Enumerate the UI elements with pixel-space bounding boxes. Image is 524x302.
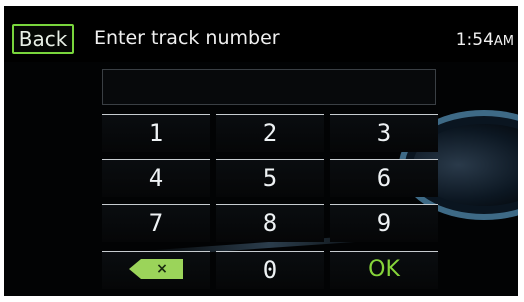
ok-button[interactable]: OK (330, 251, 438, 289)
header-bar: Back Enter track number 1:54AM (4, 6, 518, 62)
key-4[interactable]: 4 (102, 159, 210, 197)
backspace-button[interactable]: × (102, 251, 210, 289)
key-2[interactable]: 2 (216, 114, 324, 152)
back-button[interactable]: Back (12, 24, 74, 54)
clock-time: 1:54 (455, 30, 494, 50)
key-0[interactable]: 0 (216, 251, 324, 289)
key-5[interactable]: 5 (216, 159, 324, 197)
screen: Back Enter track number 1:54AM 1 2 3 4 5… (4, 6, 518, 296)
key-7[interactable]: 7 (102, 204, 210, 242)
keypad: 1 2 3 4 5 6 7 8 9 × 0 OK (102, 114, 438, 294)
clock: 1:54AM (456, 28, 514, 54)
key-1[interactable]: 1 (102, 114, 210, 152)
key-3[interactable]: 3 (330, 114, 438, 152)
backspace-icon: × (129, 259, 183, 279)
clock-ampm: AM (493, 34, 514, 49)
key-9[interactable]: 9 (330, 204, 438, 242)
key-6[interactable]: 6 (330, 159, 438, 197)
key-8[interactable]: 8 (216, 204, 324, 242)
page-title: Enter track number (94, 27, 280, 49)
backspace-x: × (141, 259, 183, 279)
track-number-field[interactable] (102, 69, 436, 105)
